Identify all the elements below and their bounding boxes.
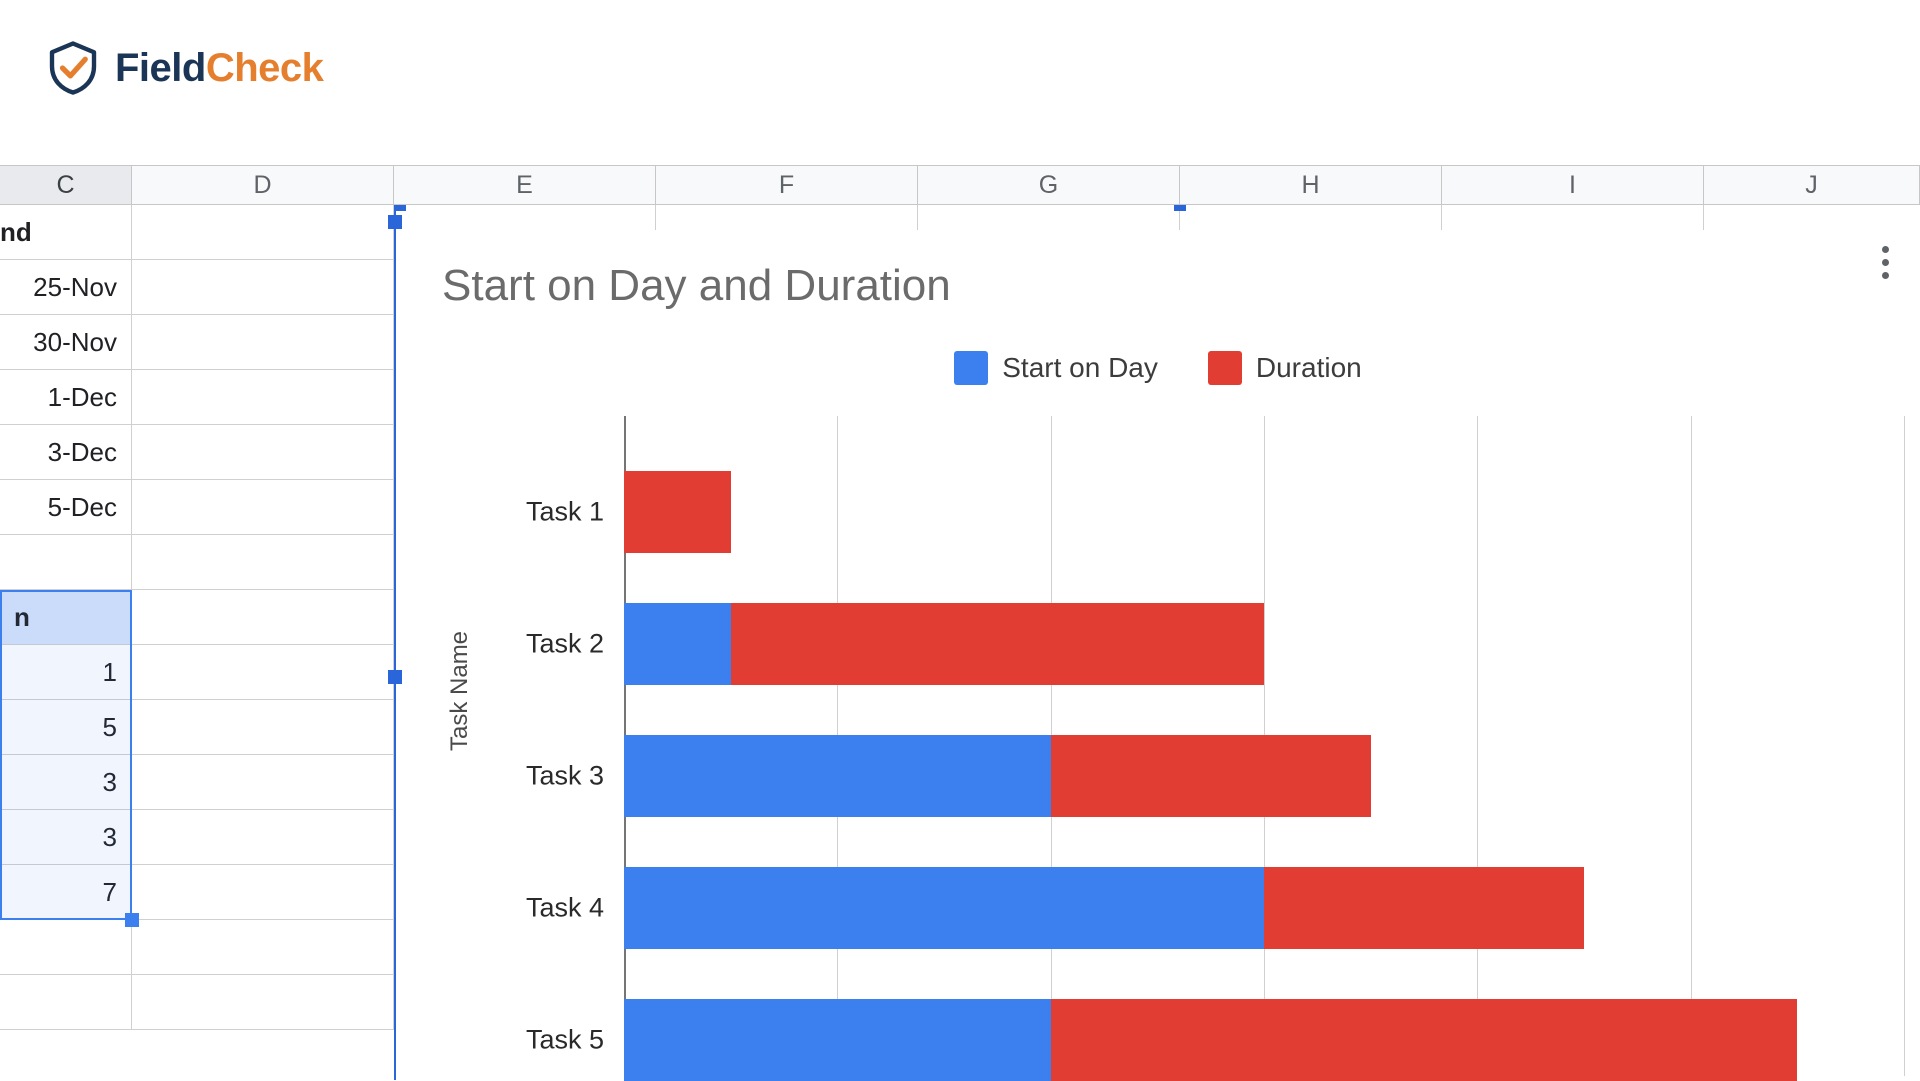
bar-segment-duration	[731, 603, 1264, 685]
legend-label-duration: Duration	[1256, 352, 1362, 384]
cell[interactable]: 7	[0, 865, 132, 919]
cell[interactable]	[132, 425, 394, 479]
cell[interactable]	[132, 260, 394, 314]
chart-bar-track: Task 1	[624, 471, 1904, 553]
chart-title: Start on Day and Duration	[442, 261, 951, 311]
legend-swatch-red	[1208, 351, 1242, 385]
cell[interactable]: 1	[0, 645, 132, 699]
cell[interactable]: 25-Nov	[0, 260, 132, 314]
cell[interactable]	[132, 755, 394, 809]
column-headers: CDEFGHIJ	[0, 165, 1920, 205]
column-header-j[interactable]: J	[1704, 166, 1920, 204]
bar-segment-start	[624, 867, 1264, 949]
bar-segment-duration	[1264, 867, 1584, 949]
legend-label-start: Start on Day	[1002, 352, 1158, 384]
column-header-d[interactable]: D	[132, 166, 394, 204]
chart-category-label: Task 2	[526, 628, 604, 659]
chart-selection-mid-handle[interactable]	[388, 670, 402, 684]
chart-bar-track: Task 4	[624, 867, 1904, 949]
logo: FieldCheck	[45, 40, 323, 96]
cell[interactable]	[132, 205, 394, 259]
legend-swatch-blue	[954, 351, 988, 385]
cell[interactable]: n	[0, 590, 132, 644]
chart-top-tick-2	[1174, 205, 1186, 211]
bar-segment-start	[624, 999, 1051, 1081]
kebab-dot-icon	[1882, 259, 1889, 266]
legend-item-duration: Duration	[1208, 351, 1362, 385]
cell[interactable]: 3	[0, 755, 132, 809]
bar-segment-duration	[1051, 999, 1798, 1081]
logo-text: FieldCheck	[115, 46, 323, 91]
cell[interactable]	[132, 920, 394, 974]
kebab-dot-icon	[1882, 246, 1889, 253]
cell[interactable]	[132, 810, 394, 864]
cell[interactable]	[0, 975, 132, 1029]
cell[interactable]: nd	[0, 205, 132, 259]
cell[interactable]	[0, 535, 132, 589]
chart-category-label: Task 4	[526, 892, 604, 923]
chart-selection-line	[394, 205, 396, 1080]
chart-y-axis-title: Task Name	[446, 631, 474, 751]
bar-segment-start	[624, 735, 1051, 817]
selection-handle-br[interactable]	[125, 913, 139, 927]
chart-bar-track: Task 5	[624, 999, 1904, 1081]
cell[interactable]: 30-Nov	[0, 315, 132, 369]
chart-menu-button[interactable]	[1865, 238, 1905, 286]
legend-item-start: Start on Day	[954, 351, 1158, 385]
logo-text-part-1: Field	[115, 46, 206, 90]
cell[interactable]: 5	[0, 700, 132, 754]
cell[interactable]	[132, 645, 394, 699]
chart-selection-top-handle[interactable]	[388, 215, 402, 229]
chart-category-label: Task 5	[526, 1024, 604, 1055]
bar-segment-start	[624, 603, 731, 685]
cell[interactable]	[132, 535, 394, 589]
cell[interactable]	[0, 920, 132, 974]
column-header-g[interactable]: G	[918, 166, 1180, 204]
chart-panel[interactable]: Start on Day and Duration Start on Day D…	[396, 230, 1920, 1080]
column-header-e[interactable]: E	[394, 166, 656, 204]
cell[interactable]	[132, 700, 394, 754]
cell[interactable]	[132, 590, 394, 644]
column-header-i[interactable]: I	[1442, 166, 1704, 204]
cell[interactable]: 3-Dec	[0, 425, 132, 479]
chart-top-tick-1	[394, 205, 406, 211]
shield-check-icon	[45, 40, 101, 96]
kebab-dot-icon	[1882, 272, 1889, 279]
cell[interactable]: 1-Dec	[0, 370, 132, 424]
cell[interactable]	[132, 975, 394, 1029]
column-header-f[interactable]: F	[656, 166, 918, 204]
chart-bar-track: Task 2	[624, 603, 1904, 685]
cell[interactable]: 5-Dec	[0, 480, 132, 534]
cell[interactable]	[132, 865, 394, 919]
cell[interactable]: 3	[0, 810, 132, 864]
logo-text-part-2: Check	[206, 46, 324, 90]
cell[interactable]	[132, 480, 394, 534]
chart-category-label: Task 1	[526, 496, 604, 527]
chart-plot-area: Task 1Task 2Task 3Task 4Task 5	[624, 416, 1904, 1076]
bar-segment-duration	[1051, 735, 1371, 817]
chart-legend: Start on Day Duration	[396, 351, 1920, 385]
chart-category-label: Task 3	[526, 760, 604, 791]
bar-segment-duration	[624, 471, 731, 553]
gridline	[1904, 416, 1905, 1076]
cell[interactable]	[132, 315, 394, 369]
chart-bar-track: Task 3	[624, 735, 1904, 817]
cell[interactable]	[132, 370, 394, 424]
column-header-h[interactable]: H	[1180, 166, 1442, 204]
column-header-c[interactable]: C	[0, 166, 132, 204]
